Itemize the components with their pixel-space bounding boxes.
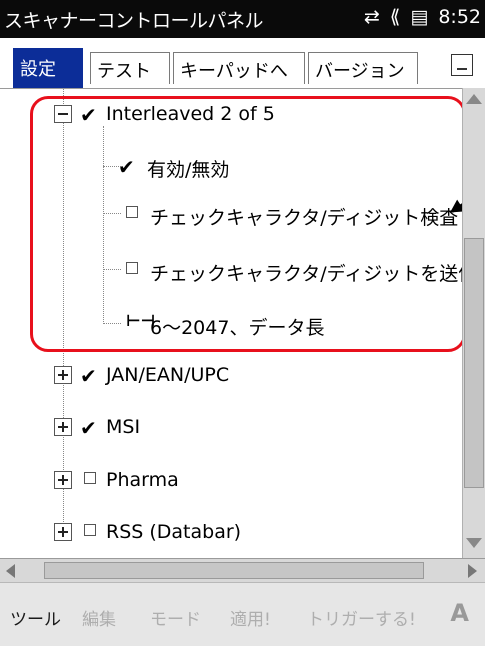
checkbox-icon[interactable] <box>84 472 96 484</box>
expand-toggle[interactable] <box>54 366 72 384</box>
menu-trigger[interactable]: トリガーする! <box>307 605 416 630</box>
horizontal-scrollbar[interactable] <box>0 558 485 583</box>
status-area: ⇄ ⟪ ▤ 8:52 <box>364 6 481 28</box>
scroll-down-icon[interactable] <box>466 538 482 548</box>
volume-icon[interactable]: ⟪ <box>390 6 401 28</box>
scroll-up-icon[interactable] <box>466 94 482 104</box>
expand-toggle[interactable] <box>54 471 72 489</box>
menu-bar: ツール 編集 モード 適用! トリガーする! A <box>0 582 485 646</box>
scroll-left-icon[interactable] <box>6 564 15 578</box>
expand-toggle[interactable] <box>54 418 72 436</box>
menu-tool[interactable]: ツール <box>10 605 61 630</box>
checkmark-icon[interactable]: ✔ <box>80 416 97 440</box>
menu-edit[interactable]: 編集 <box>82 605 116 630</box>
tree-item-msi[interactable]: ✔ MSI <box>0 407 463 447</box>
menu-apply[interactable]: 適用! <box>230 605 271 630</box>
tab-keypad[interactable]: キーパッドへ <box>173 52 305 84</box>
tab-test[interactable]: テスト <box>90 52 170 84</box>
tab-scroll-button[interactable] <box>451 54 473 76</box>
highlight-annotation <box>30 96 466 352</box>
tab-strip: 設定 テスト キーパッドへ バージョン <box>0 38 485 89</box>
connectivity-icon[interactable]: ⇄ <box>364 6 380 28</box>
tree-item-jan[interactable]: ✔ JAN/EAN/UPC <box>0 355 463 395</box>
input-method-icon[interactable]: A <box>450 599 469 627</box>
scroll-thumb[interactable] <box>464 238 484 488</box>
tree-item-label: RSS (Databar) <box>106 521 242 543</box>
scroll-right-icon[interactable] <box>468 564 477 578</box>
battery-icon[interactable]: ▤ <box>410 6 428 28</box>
checkbox-icon[interactable] <box>84 524 96 536</box>
scroll-thumb[interactable] <box>44 562 424 579</box>
title-bar: スキャナーコントロールパネル ⇄ ⟪ ▤ 8:52 <box>0 0 485 38</box>
tree-item-rss[interactable]: RSS (Databar) <box>0 512 463 552</box>
checkmark-icon[interactable]: ✔ <box>80 364 97 388</box>
tree-item-pharma[interactable]: Pharma <box>0 460 463 500</box>
vertical-scrollbar[interactable] <box>462 88 485 558</box>
clock[interactable]: 8:52 <box>438 6 481 28</box>
tree-item-label: Pharma <box>106 469 179 491</box>
app-title: スキャナーコントロールパネル <box>4 10 264 32</box>
menu-mode[interactable]: モード <box>150 605 201 630</box>
tab-version[interactable]: バージョン <box>308 52 418 84</box>
expand-toggle[interactable] <box>54 523 72 541</box>
tree-item-label: MSI <box>106 416 141 438</box>
tab-settings[interactable]: 設定 <box>13 48 83 88</box>
tree-item-label: JAN/EAN/UPC <box>106 364 230 386</box>
